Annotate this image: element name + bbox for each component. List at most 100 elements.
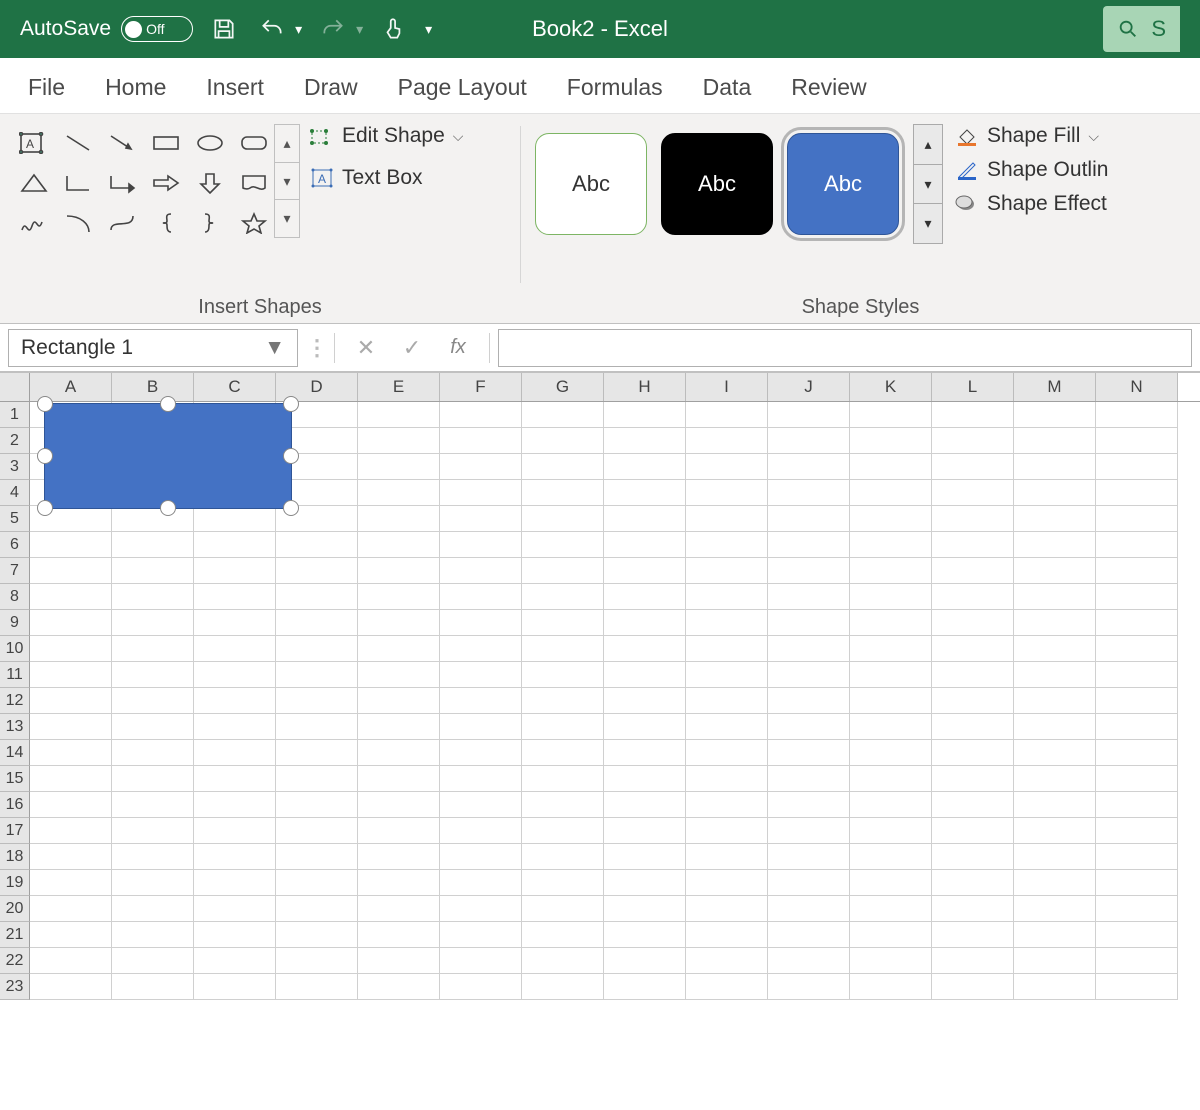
row-header[interactable]: 15 [0, 766, 30, 792]
cell[interactable] [686, 584, 768, 610]
cell[interactable] [358, 740, 440, 766]
cell[interactable] [604, 506, 686, 532]
cell[interactable] [112, 870, 194, 896]
shapes-scroll-up[interactable]: ▴ [275, 125, 299, 163]
cell[interactable] [604, 584, 686, 610]
cell[interactable] [358, 532, 440, 558]
cell[interactable] [850, 766, 932, 792]
cell[interactable] [276, 844, 358, 870]
save-button[interactable] [207, 12, 241, 46]
cell[interactable] [1014, 896, 1096, 922]
cell[interactable] [522, 974, 604, 1000]
cell[interactable] [604, 948, 686, 974]
cell[interactable] [276, 610, 358, 636]
cell[interactable] [686, 688, 768, 714]
cell[interactable] [522, 610, 604, 636]
cell[interactable] [30, 818, 112, 844]
cell[interactable] [440, 532, 522, 558]
cell[interactable] [30, 844, 112, 870]
undo-dropdown[interactable]: ▾ [295, 21, 302, 38]
cell[interactable] [112, 506, 194, 532]
cell[interactable] [358, 896, 440, 922]
cell[interactable] [932, 818, 1014, 844]
resize-handle-tm[interactable] [160, 396, 176, 412]
cell[interactable] [604, 480, 686, 506]
cell[interactable] [112, 636, 194, 662]
row-header[interactable]: 2 [0, 428, 30, 454]
cell[interactable] [850, 870, 932, 896]
cell[interactable] [1096, 922, 1178, 948]
cell[interactable] [522, 714, 604, 740]
cell[interactable] [686, 454, 768, 480]
cell[interactable] [686, 870, 768, 896]
cell[interactable] [358, 506, 440, 532]
cell[interactable] [358, 792, 440, 818]
shape-right-brace-icon[interactable] [190, 204, 230, 242]
cell[interactable] [440, 428, 522, 454]
cell[interactable] [1096, 714, 1178, 740]
style-preset-3[interactable]: Abc [787, 133, 899, 235]
cell[interactable] [768, 480, 850, 506]
cell[interactable] [1096, 740, 1178, 766]
cell[interactable] [850, 896, 932, 922]
style-preset-1[interactable]: Abc [535, 133, 647, 235]
cell[interactable] [850, 506, 932, 532]
cell[interactable] [686, 818, 768, 844]
cell[interactable] [850, 740, 932, 766]
cell[interactable] [932, 532, 1014, 558]
cell[interactable] [932, 922, 1014, 948]
cell[interactable] [522, 792, 604, 818]
cell[interactable] [768, 428, 850, 454]
cell[interactable] [112, 818, 194, 844]
cell[interactable] [358, 610, 440, 636]
cell[interactable] [1096, 948, 1178, 974]
col-header[interactable]: N [1096, 373, 1178, 401]
cell[interactable] [604, 402, 686, 428]
cell[interactable] [932, 402, 1014, 428]
cell[interactable] [1096, 480, 1178, 506]
cell[interactable] [850, 922, 932, 948]
cell[interactable] [1014, 818, 1096, 844]
cell[interactable] [112, 792, 194, 818]
cell[interactable] [30, 974, 112, 1000]
resize-handle-br[interactable] [283, 500, 299, 516]
shape-l-connector-icon[interactable] [58, 164, 98, 202]
cell[interactable] [194, 636, 276, 662]
resize-handle-tr[interactable] [283, 396, 299, 412]
cell[interactable] [932, 662, 1014, 688]
cell[interactable] [358, 584, 440, 610]
cell[interactable] [1096, 974, 1178, 1000]
cell[interactable] [604, 844, 686, 870]
cell[interactable] [194, 688, 276, 714]
cell[interactable] [522, 818, 604, 844]
cell[interactable] [440, 948, 522, 974]
cell[interactable] [1096, 896, 1178, 922]
cell[interactable] [1096, 584, 1178, 610]
cell[interactable] [850, 948, 932, 974]
row-header[interactable]: 10 [0, 636, 30, 662]
autosave-switch[interactable]: Off [121, 16, 193, 42]
cell[interactable] [112, 766, 194, 792]
cell[interactable] [932, 948, 1014, 974]
styles-scroll-down[interactable]: ▾ [914, 165, 942, 205]
cell[interactable] [522, 766, 604, 792]
col-header[interactable]: E [358, 373, 440, 401]
cell[interactable] [1014, 740, 1096, 766]
cell[interactable] [768, 636, 850, 662]
cell[interactable] [850, 818, 932, 844]
row-header[interactable]: 23 [0, 974, 30, 1000]
row-header[interactable]: 17 [0, 818, 30, 844]
cell[interactable] [932, 792, 1014, 818]
cell[interactable] [440, 454, 522, 480]
cell[interactable] [1014, 844, 1096, 870]
shape-rectangle-icon[interactable] [146, 124, 186, 162]
cell[interactable] [604, 558, 686, 584]
shape-curve-icon[interactable] [102, 204, 142, 242]
shape-rounded-rect-icon[interactable] [234, 124, 274, 162]
cell[interactable] [112, 558, 194, 584]
cell[interactable] [932, 740, 1014, 766]
insert-function-button[interactable]: fx [435, 336, 481, 359]
shape-triangle-icon[interactable] [14, 164, 54, 202]
styles-gallery-more[interactable]: ▾ [914, 204, 942, 243]
cell[interactable] [604, 870, 686, 896]
